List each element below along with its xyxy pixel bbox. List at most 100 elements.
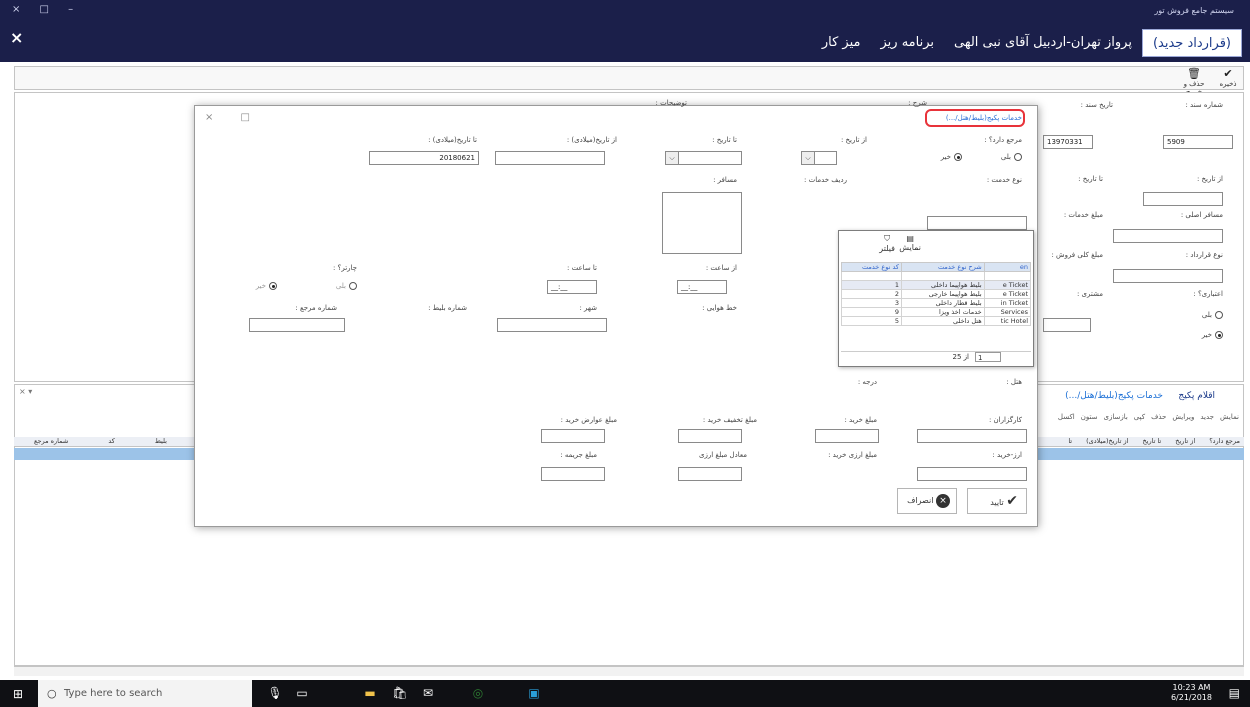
pager-current-input[interactable]: 1 <box>975 352 1001 362</box>
clock[interactable]: 10:23 AM 6/21/2018 <box>1171 683 1212 703</box>
table-row[interactable]: 1 بلیط هواپیما داخلی e Ticket <box>841 280 1032 290</box>
close-tab-icon[interactable]: × <box>10 28 23 47</box>
table-row[interactable]: 5 هتل داخلی tic Hotel <box>841 316 1032 326</box>
currency-input[interactable] <box>917 467 1027 481</box>
city-input[interactable] <box>497 318 607 332</box>
traveler-list[interactable] <box>662 192 742 254</box>
copy-action[interactable]: کپی <box>1134 413 1145 421</box>
task-view-icon[interactable]: ▭ <box>292 684 312 702</box>
delete-action[interactable]: حذف <box>1151 413 1166 421</box>
menu-item-desk[interactable]: میز کار <box>812 29 871 57</box>
horizontal-scrollbar[interactable] <box>14 666 1244 676</box>
save-button[interactable]: ✔ ذخیره <box>1217 68 1239 90</box>
credit-no-radio[interactable]: خیر <box>1202 331 1223 339</box>
tab-package-services[interactable]: خدمات پکیج(بلیط/هتل/...) <box>1065 391 1163 401</box>
table-row[interactable]: 2 بلیط هواپیما خارجی e Ticket <box>841 289 1032 299</box>
column-action[interactable]: ستون <box>1081 413 1098 421</box>
notification-icon[interactable]: ▤ <box>1229 686 1240 700</box>
mic-icon[interactable]: 🎙 <box>265 684 285 702</box>
main-traveler-input[interactable] <box>1113 229 1223 243</box>
menu-item-flight[interactable]: پرواز تهران-اردبیل آقای نبی الهی <box>944 29 1142 57</box>
excel-action[interactable]: اکسل <box>1058 413 1075 421</box>
grid-col-ref-number[interactable]: شماره مرجع <box>34 437 68 445</box>
from-date-dropdown[interactable]: ⌵ <box>801 151 815 165</box>
app-icon[interactable]: ▣ <box>524 684 544 702</box>
app-title: سیستم جامع فروش تور <box>1154 6 1234 15</box>
service-type-input[interactable] <box>927 216 1027 230</box>
popup-filter-button[interactable]: ⛉ فیلتر <box>879 234 895 253</box>
doc-date-input[interactable]: 13970331 <box>1043 135 1093 149</box>
to-date-input[interactable] <box>677 151 742 165</box>
penalty-input[interactable] <box>541 467 605 481</box>
grid-col-to-date[interactable]: تا تاریخ <box>1142 437 1161 445</box>
dialog-window-controls[interactable]: × □ <box>205 112 262 123</box>
grid-col-ticket[interactable]: بلیط <box>155 437 167 445</box>
dialog-subtitle: خدمات پکیج(بلیط/هتل/...) <box>945 114 1022 122</box>
service-amount-label: مبلغ خدمات : <box>1063 211 1103 219</box>
popup-show-button[interactable]: ▤ نمایش <box>899 234 921 252</box>
menu-item-planner[interactable]: برنامه ریز <box>871 29 945 57</box>
cell-title: هتل داخلی <box>900 316 985 326</box>
filter-cell[interactable] <box>983 271 1032 281</box>
grid-col-code[interactable]: کد <box>108 437 115 445</box>
grid-col-from-date[interactable]: از تاریخ <box>1175 437 1195 445</box>
ref-no-input[interactable] <box>249 318 345 332</box>
file-explorer-icon[interactable]: ▬ <box>360 684 380 702</box>
charter-no-radio[interactable]: خیر <box>256 282 277 290</box>
window-controls[interactable]: × □ – <box>12 4 81 15</box>
ok-button[interactable]: ✔ تایید <box>967 488 1027 514</box>
to-time-input[interactable]: __:__ <box>547 280 597 294</box>
tab-package-items[interactable]: اقلام پکیج <box>1178 391 1215 401</box>
taskbar-search[interactable]: ○ Type here to search <box>38 680 252 707</box>
credit-yes-radio[interactable]: بلی <box>1202 311 1223 319</box>
edit-action[interactable]: ویرایش <box>1172 413 1194 421</box>
popup-filter-row[interactable] <box>841 271 1032 281</box>
from-time-input[interactable]: __:__ <box>677 280 727 294</box>
menu-item-new-contract[interactable]: (قرارداد جدید) <box>1141 29 1242 57</box>
close-panel-icon[interactable]: × ▾ <box>19 387 32 396</box>
has-ref-no-label: خیر <box>940 153 951 161</box>
rebuild-action[interactable]: بازسازی <box>1103 413 1127 421</box>
contract-type-input[interactable] <box>1113 269 1223 283</box>
filter-cell[interactable] <box>900 271 985 281</box>
radio-selected-icon <box>1215 331 1223 339</box>
buy-discount-input[interactable] <box>678 429 742 443</box>
check-icon: ✔ <box>1223 67 1233 80</box>
agents-input[interactable] <box>917 429 1027 443</box>
city-label: شهر : <box>579 304 597 312</box>
doc-date-label: تاریخ سند : <box>1080 101 1113 109</box>
grid-col-from-date-g[interactable]: از تاریخ(میلادی) <box>1086 437 1128 445</box>
has-ref-no-radio[interactable]: خیر <box>941 153 962 161</box>
filter-cell[interactable] <box>841 271 902 281</box>
grid-col-has-ref[interactable]: مرجع دارد؟ <box>1209 437 1240 445</box>
new-action[interactable]: جدید <box>1200 413 1214 421</box>
app-icon[interactable]: ◎ <box>468 684 488 702</box>
grade-label: درجه : <box>857 378 877 386</box>
windows-start-icon[interactable]: ⊞ <box>13 687 23 701</box>
store-icon[interactable]: 🛍 <box>390 684 410 702</box>
popup-filter-label: فیلتر <box>879 244 895 253</box>
customer-input[interactable] <box>1043 318 1091 332</box>
col-service-en[interactable]: en <box>983 262 1032 272</box>
col-service-title[interactable]: شرح نوع خدمت <box>900 262 985 272</box>
delete-exit-button[interactable]: 🗑 حذف و خروج <box>1175 68 1213 97</box>
from-date-input[interactable] <box>1143 192 1223 206</box>
to-date-g-input[interactable]: 20180621 <box>369 151 479 165</box>
charter-yes-radio[interactable]: بلی <box>336 282 357 290</box>
from-time-label: از ساعت : <box>705 264 737 272</box>
buy-fees-input[interactable] <box>541 429 605 443</box>
col-service-code[interactable]: کد نوع خدمت <box>841 262 902 272</box>
buy-amount-input[interactable] <box>815 429 879 443</box>
to-date-dropdown[interactable]: ⌵ <box>665 151 679 165</box>
currency-equiv-input[interactable] <box>678 467 742 481</box>
from-date-g-input[interactable] <box>495 151 605 165</box>
show-action[interactable]: نمایش <box>1220 413 1239 421</box>
table-row[interactable]: 9 خدمات اخذ ویزا Services <box>841 307 1032 317</box>
cancel-button[interactable]: × انصراف <box>897 488 957 514</box>
doc-number-input[interactable]: 5909 <box>1163 135 1233 149</box>
has-ref-yes-radio[interactable]: بلی <box>1001 153 1022 161</box>
mail-icon[interactable]: ✉ <box>418 684 438 702</box>
grid-col-to[interactable]: تا <box>1068 437 1072 445</box>
customer-label: مشتری : <box>1076 290 1103 298</box>
table-row[interactable]: 3 بلیط قطار داخلی in Ticket <box>841 298 1032 308</box>
